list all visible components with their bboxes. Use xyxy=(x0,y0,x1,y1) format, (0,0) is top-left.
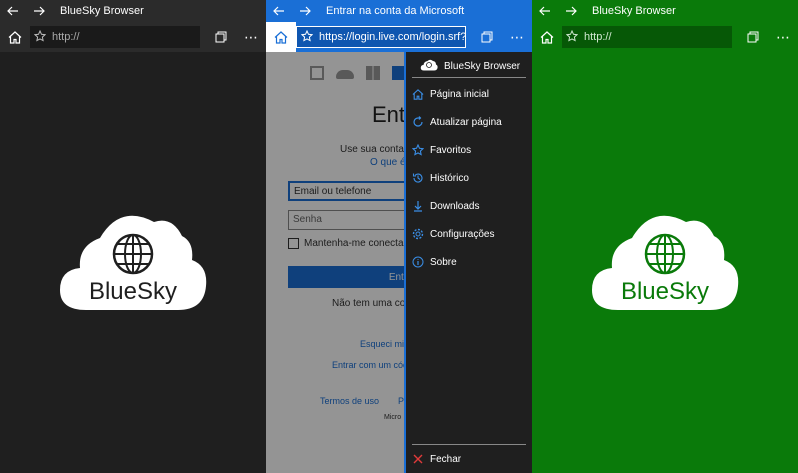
forward-arrow-icon[interactable] xyxy=(558,0,584,22)
gear-icon xyxy=(412,228,424,240)
menu-item-label: Configurações xyxy=(430,228,495,240)
logo-text: BlueSky xyxy=(621,278,709,305)
menu-item-settings[interactable]: Configurações xyxy=(412,224,528,244)
more-icon[interactable]: ⋯ xyxy=(502,22,532,52)
forward-arrow-icon[interactable] xyxy=(26,0,52,22)
menu-item-label: Histórico xyxy=(430,172,469,184)
tabs-icon[interactable] xyxy=(206,22,236,52)
star-icon xyxy=(412,144,424,156)
home-icon[interactable] xyxy=(266,22,296,52)
address-bar[interactable]: http:// xyxy=(562,26,732,48)
tabs-icon[interactable] xyxy=(472,22,502,52)
close-icon xyxy=(412,453,424,465)
tabs-icon[interactable] xyxy=(738,22,768,52)
toolbar: http:// ⋯ xyxy=(0,22,266,52)
toolbar: https://login.live.com/login.srf?wa=ws ⋯ xyxy=(266,22,532,52)
back-arrow-icon[interactable] xyxy=(0,0,26,22)
menu-item-label: Atualizar página xyxy=(430,116,502,128)
info-icon xyxy=(412,256,424,268)
title-bar: Entrar na conta da Microsoft xyxy=(266,0,532,22)
menu-item-home[interactable]: Página inicial xyxy=(412,84,528,104)
title-bar: BlueSky Browser xyxy=(0,0,266,22)
menu-item-favorites[interactable]: Favoritos xyxy=(412,140,528,160)
home-icon[interactable] xyxy=(532,22,562,52)
url-text: http:// xyxy=(584,31,612,43)
menu-item-label: Downloads xyxy=(430,200,480,212)
download-icon xyxy=(412,200,424,212)
more-icon[interactable]: ⋯ xyxy=(236,22,266,52)
address-bar[interactable]: https://login.live.com/login.srf?wa=ws xyxy=(296,26,466,48)
menu-item-refresh[interactable]: Atualizar página xyxy=(412,112,528,132)
menu-item-label: Fechar xyxy=(430,453,462,465)
bluesky-logo: BlueSky xyxy=(60,215,207,310)
logo-text: BlueSky xyxy=(89,278,177,305)
menu-item-label: Favoritos xyxy=(430,144,472,156)
window-title: Entrar na conta da Microsoft xyxy=(326,5,465,17)
menu-item-history[interactable]: Histórico xyxy=(412,168,528,188)
window-title: BlueSky Browser xyxy=(60,5,144,17)
address-bar[interactable]: http:// xyxy=(30,26,200,48)
refresh-icon xyxy=(412,116,424,128)
star-icon[interactable] xyxy=(33,29,47,45)
bluesky-logo: BlueSky xyxy=(592,215,739,310)
back-arrow-icon[interactable] xyxy=(266,0,292,22)
toolbar: http:// ⋯ xyxy=(532,22,798,52)
side-menu: BlueSky Browser Página inicial Atualizar… xyxy=(404,52,532,473)
browser-panel-green: BlueSky Browser http:// ⋯ BlueSky xyxy=(532,0,798,473)
window-title: BlueSky Browser xyxy=(592,5,676,17)
cloud-icon xyxy=(420,59,438,74)
history-icon xyxy=(412,172,424,184)
forward-arrow-icon[interactable] xyxy=(292,0,318,22)
back-arrow-icon[interactable] xyxy=(532,0,558,22)
menu-header: BlueSky Browser xyxy=(412,56,526,78)
browser-panel-dark: BlueSky Browser http:// ⋯ BlueSky xyxy=(0,0,266,473)
title-bar: BlueSky Browser xyxy=(532,0,798,22)
menu-item-label: Sobre xyxy=(430,256,457,268)
star-icon[interactable] xyxy=(300,29,314,45)
menu-header-title: BlueSky Browser xyxy=(444,61,521,72)
browser-panel-blue: Entrar na conta da Microsoft https://log… xyxy=(266,0,532,473)
url-text: https://login.live.com/login.srf?wa=ws xyxy=(319,31,466,43)
menu-divider xyxy=(412,444,526,445)
menu-item-close[interactable]: Fechar xyxy=(412,449,528,469)
menu-item-about[interactable]: Sobre xyxy=(412,252,528,272)
url-text: http:// xyxy=(52,31,80,43)
home-icon xyxy=(412,88,424,100)
more-icon[interactable]: ⋯ xyxy=(768,22,798,52)
menu-item-label: Página inicial xyxy=(430,88,489,100)
home-icon[interactable] xyxy=(0,22,30,52)
menu-item-downloads[interactable]: Downloads xyxy=(412,196,528,216)
star-icon[interactable] xyxy=(565,29,579,45)
